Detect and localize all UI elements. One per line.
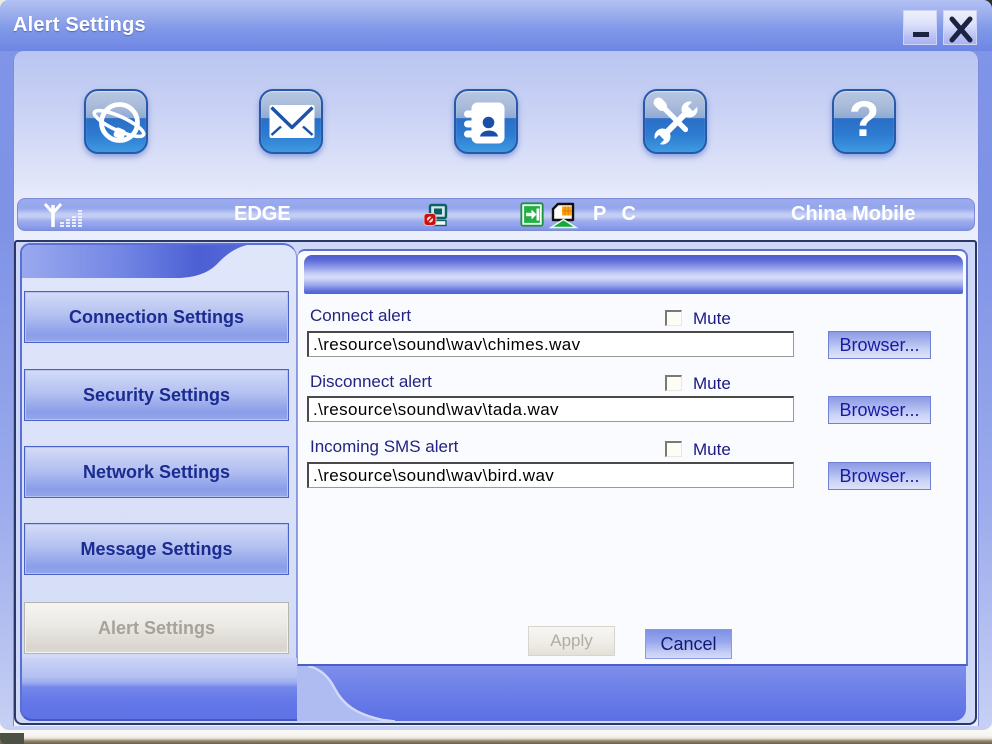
svg-text:?: ? — [849, 91, 880, 147]
